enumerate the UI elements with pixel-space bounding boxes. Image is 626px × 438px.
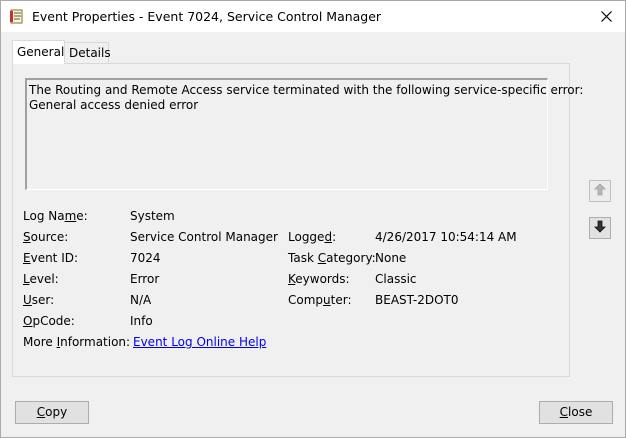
task-category-value: None (375, 251, 407, 265)
event-viewer-icon (10, 9, 23, 24)
opcode-value: Info (130, 314, 153, 328)
user-label: User: (23, 293, 55, 307)
task-category-label: Task Category: (288, 251, 376, 265)
close-icon[interactable] (591, 1, 621, 32)
source-label: Source: (23, 230, 69, 244)
tab-general[interactable]: General (12, 40, 65, 64)
level-value: Error (130, 272, 160, 286)
computer-label: Computer: (288, 293, 352, 307)
opcode-label: OpCode: (23, 314, 75, 328)
keywords-value: Classic (375, 272, 417, 286)
copy-button[interactable]: Copy (15, 401, 89, 424)
arrow-down-icon (594, 220, 606, 236)
title-bar[interactable]: Event Properties - Event 7024, Service C… (1, 1, 625, 32)
tab-details[interactable]: Details (65, 42, 111, 63)
event-properties-window: Event Properties - Event 7024, Service C… (0, 0, 626, 438)
close-button[interactable]: Close (539, 401, 613, 424)
keywords-label: Keywords: (288, 272, 350, 286)
description-line-2: General access denied error (29, 98, 199, 112)
level-label: Level: (23, 272, 59, 286)
logged-label: Logged: (288, 230, 337, 244)
previous-event-button[interactable] (589, 180, 611, 202)
computer-value: BEAST-2DOT0 (375, 293, 459, 307)
log-name-value: System (130, 209, 175, 223)
next-event-button[interactable] (589, 217, 611, 239)
event-log-online-help-link[interactable]: Event Log Online Help (133, 335, 266, 349)
arrow-up-icon (594, 183, 606, 199)
user-value: N/A (130, 293, 152, 307)
event-id-label: Event ID: (23, 251, 79, 265)
description-line-1: The Routing and Remote Access service te… (29, 83, 584, 97)
log-name-label: Log Name: (23, 209, 88, 223)
window-title: Event Properties - Event 7024, Service C… (32, 9, 382, 24)
logged-value: 4/26/2017 10:54:14 AM (375, 230, 517, 244)
event-id-value: 7024 (130, 251, 161, 265)
more-information-label: More Information: (23, 335, 131, 349)
source-value: Service Control Manager (130, 230, 278, 244)
event-description-box[interactable]: The Routing and Remote Access service te… (25, 78, 584, 190)
